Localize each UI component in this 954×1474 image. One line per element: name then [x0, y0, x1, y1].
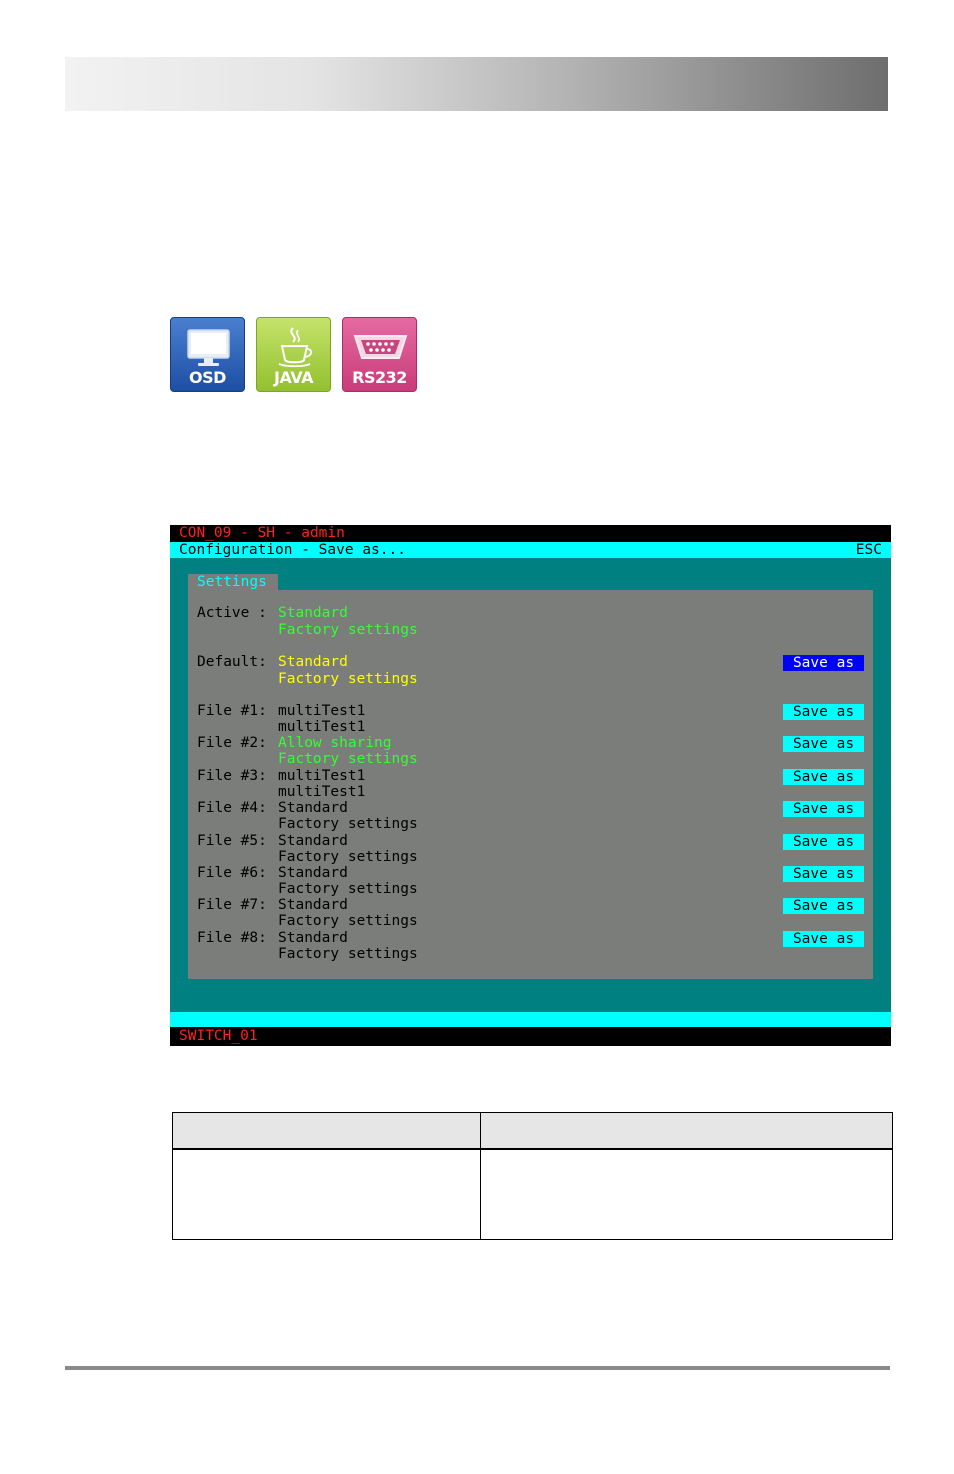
active-label: Active :: [197, 605, 267, 621]
active-value-name: Standard: [278, 605, 348, 621]
file-8-desc: Factory settings: [278, 946, 418, 962]
file-4-name: Standard: [278, 800, 348, 816]
osd-status-bar: SWITCH_01: [170, 1027, 891, 1046]
file-7-desc: Factory settings: [278, 913, 418, 929]
rs232-badge: RS232: [342, 317, 417, 392]
osd-top-bar: CON_09 - SH - admin: [170, 525, 891, 542]
file-4-label: File #4:: [197, 800, 267, 816]
osd-menu-title: Configuration - Save as...: [179, 542, 406, 558]
default-label: Default:: [197, 654, 267, 670]
description-table: [172, 1112, 893, 1240]
osd-screenshot: CON_09 - SH - admin Configuration - Save…: [170, 525, 891, 1046]
file-1-name: multiTest1: [278, 703, 366, 719]
file-3-name: multiTest1: [278, 768, 366, 784]
serial-port-icon: [353, 335, 408, 359]
table-header-cell-2: [480, 1112, 893, 1150]
page-header-bar: [65, 57, 888, 111]
osd-console-info: CON_09 - SH - admin: [179, 525, 345, 541]
file-8-label: File #8:: [197, 930, 267, 946]
file-2-desc: Factory settings: [278, 751, 418, 767]
file-1-desc: multiTest1: [278, 719, 366, 735]
save-as-button-file-3[interactable]: Save as: [783, 769, 864, 785]
save-as-button-file-7[interactable]: Save as: [783, 898, 864, 914]
save-as-button-file-2[interactable]: Save as: [783, 736, 864, 752]
active-value-desc: Factory settings: [278, 622, 418, 638]
osd-switch-name: SWITCH_01: [179, 1028, 258, 1044]
save-as-button-file-5[interactable]: Save as: [783, 834, 864, 850]
default-value-name: Standard: [278, 654, 348, 670]
file-5-desc: Factory settings: [278, 849, 418, 865]
monitor-icon: [187, 329, 230, 366]
osd-esc-button[interactable]: ESC: [856, 542, 882, 558]
file-7-name: Standard: [278, 897, 348, 913]
tab-settings-label: Settings: [197, 574, 267, 590]
save-as-button-file-1[interactable]: Save as: [783, 704, 864, 720]
file-7-label: File #7:: [197, 897, 267, 913]
rs232-badge-label: RS232: [352, 368, 407, 387]
file-1-label: File #1:: [197, 703, 267, 719]
file-4-desc: Factory settings: [278, 816, 418, 832]
file-2-name: Allow sharing: [278, 735, 392, 751]
table-header-cell-1: [172, 1112, 481, 1150]
osd-badge-label: OSD: [189, 368, 226, 387]
java-badge-label: JAVA: [274, 368, 313, 387]
file-5-label: File #5:: [197, 833, 267, 849]
osd-title-bar: Configuration - Save as... ESC: [170, 542, 891, 558]
save-as-button-file-8[interactable]: Save as: [783, 931, 864, 947]
osd-bottom-bar: [170, 1012, 891, 1027]
file-6-name: Standard: [278, 865, 348, 881]
file-3-label: File #3:: [197, 768, 267, 784]
osd-badge: OSD: [170, 317, 245, 392]
file-6-desc: Factory settings: [278, 881, 418, 897]
save-as-button-file-6[interactable]: Save as: [783, 866, 864, 882]
file-3-desc: multiTest1: [278, 784, 366, 800]
file-8-name: Standard: [278, 930, 348, 946]
default-value-desc: Factory settings: [278, 671, 418, 687]
file-2-label: File #2:: [197, 735, 267, 751]
tab-settings[interactable]: Settings: [188, 574, 278, 590]
save-as-button-default[interactable]: Save as: [783, 655, 864, 671]
settings-panel: Active : Standard Factory settings Defau…: [188, 590, 873, 979]
file-5-name: Standard: [278, 833, 348, 849]
java-cup-icon: [278, 327, 313, 368]
table-row: [172, 1148, 893, 1240]
save-as-button-file-4[interactable]: Save as: [783, 801, 864, 817]
interface-icons: OSD JAVA RS232: [170, 317, 417, 392]
file-6-label: File #6:: [197, 865, 267, 881]
table-cell-1: [172, 1148, 481, 1240]
table-cell-2: [480, 1148, 893, 1240]
java-badge: JAVA: [256, 317, 331, 392]
footer-rule: [65, 1366, 890, 1370]
table-header-row: [172, 1112, 893, 1150]
